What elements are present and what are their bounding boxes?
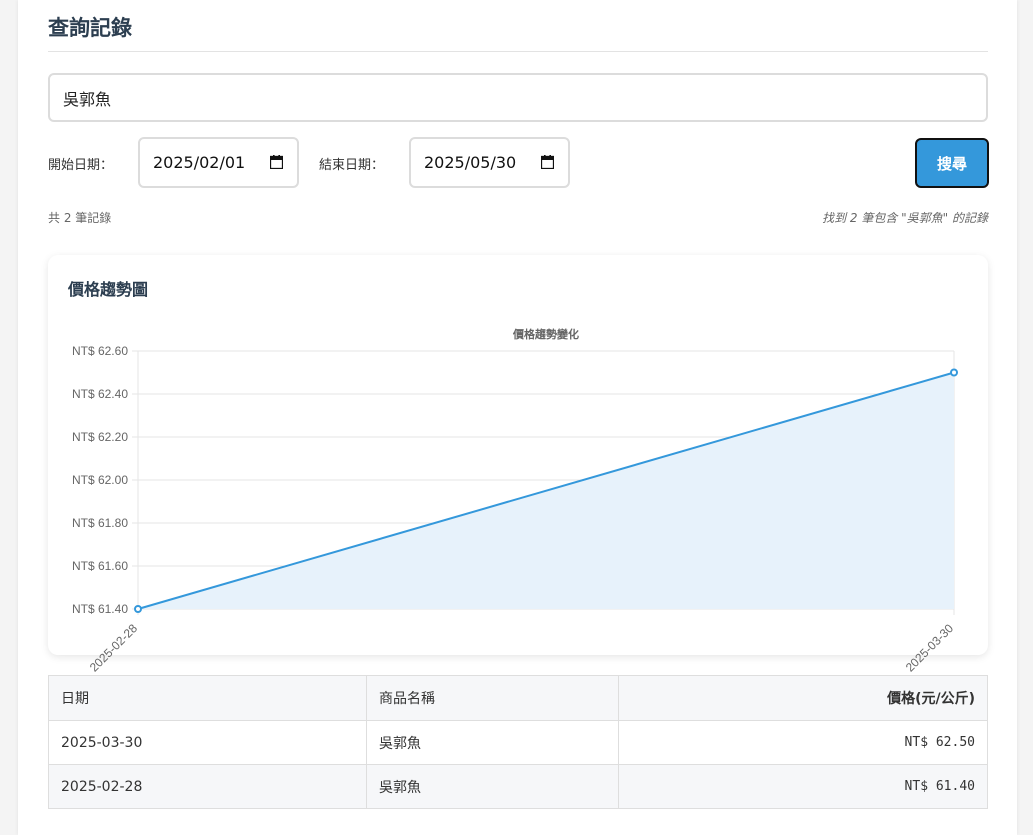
start-date-field[interactable]: 2025/02/01 (138, 137, 299, 188)
data-point (950, 368, 958, 377)
table-header-row: 日期 商品名稱 價格(元/公斤) (48, 675, 988, 721)
search-button[interactable]: 搜尋 (915, 138, 989, 188)
y-tick-label: NT$ 62.40 (72, 387, 128, 401)
title-divider (48, 51, 988, 52)
cell-price: NT$ 62.50 (618, 720, 988, 765)
y-tick-label: NT$ 62.00 (72, 473, 128, 487)
cell-price: NT$ 61.40 (618, 764, 988, 809)
column-header-product[interactable]: 商品名稱 (366, 675, 619, 721)
table-row: 2025-03-30 吳郭魚 NT$ 62.50 (48, 720, 988, 765)
calendar-icon[interactable] (541, 155, 554, 169)
y-tick-label: NT$ 61.60 (72, 559, 128, 573)
price-trend-chart: 價格趨勢變化 NT$ 61.40 NT$ 61.60 NT$ 61.80 NT$ 62.… (72, 327, 958, 675)
data-point (134, 605, 142, 613)
end-date-value: 2025/05/30 (424, 153, 517, 172)
cell-date: 2025-02-28 (48, 764, 367, 809)
column-header-price[interactable]: 價格(元/公斤) (618, 675, 988, 721)
search-input-value: 吳郭魚 (63, 89, 112, 109)
calendar-icon[interactable] (270, 155, 283, 169)
search-input[interactable]: 吳郭魚 (48, 73, 988, 122)
end-date-field[interactable]: 2025/05/30 (409, 137, 570, 188)
table-row: 2025-02-28 吳郭魚 NT$ 61.40 (48, 764, 988, 809)
chart-card: 價格趨勢圖 價格趨勢變化 NT$ 61.40 NT$ 61.60 NT$ 61.80 N… (48, 255, 988, 675)
y-tick-label: NT$ 61.80 (72, 516, 128, 530)
search-result-summary: 找到 2 筆包含 "吳郭魚" 的記錄 (822, 211, 988, 225)
column-header-date[interactable]: 日期 (48, 675, 367, 721)
x-tick-label: 2025-03-30 (903, 621, 957, 675)
end-date-label: 結束日期： (319, 158, 385, 173)
start-date-value: 2025/02/01 (153, 153, 246, 172)
cell-date: 2025-03-30 (48, 720, 367, 765)
y-tick-label: NT$ 62.60 (72, 344, 128, 358)
chart-title: 價格趨勢變化 (512, 327, 579, 341)
cell-product: 吳郭魚 (366, 764, 619, 809)
y-tick-label: NT$ 61.40 (72, 602, 128, 616)
cell-product: 吳郭魚 (366, 720, 619, 765)
page-title: 查詢記錄 (48, 16, 132, 40)
x-tick-label: 2025-02-28 (87, 621, 141, 675)
start-date-label: 開始日期： (48, 158, 114, 173)
y-tick-label: NT$ 62.20 (72, 430, 128, 444)
records-table: 日期 商品名稱 價格(元/公斤) 2025-03-30 吳郭魚 NT$ 62.5… (48, 675, 988, 809)
record-count: 共 2 筆記錄 (48, 211, 112, 225)
